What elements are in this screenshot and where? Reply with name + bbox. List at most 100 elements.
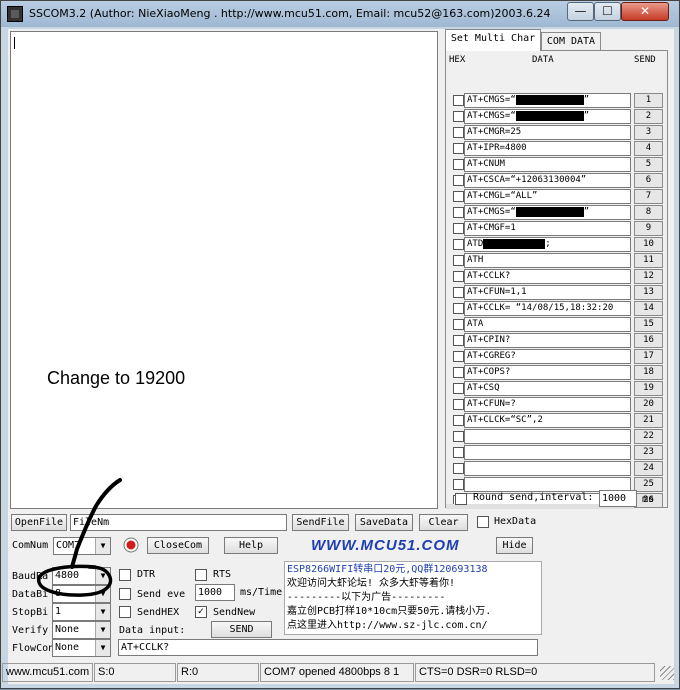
- command-input[interactable]: ATD;: [464, 237, 631, 252]
- send-command-button[interactable]: 9: [634, 221, 663, 236]
- close-com-button[interactable]: CloseCom: [147, 537, 209, 554]
- command-input[interactable]: AT+CCLK?: [464, 269, 631, 284]
- command-input[interactable]: AT+CMGR=25: [464, 125, 631, 140]
- tab-set-multi-char[interactable]: Set Multi Char: [445, 29, 541, 51]
- hex-checkbox[interactable]: [453, 159, 464, 170]
- save-data-button[interactable]: SaveData: [355, 514, 413, 531]
- command-input[interactable]: AT+CMGS=“ ”: [464, 109, 631, 124]
- ad-panel[interactable]: ESP8266WIFI转串口20元,QQ群120693138 欢迎访问大虾论坛!…: [284, 561, 542, 635]
- title-bar[interactable]: SSCOM3.2 (Author: NieXiaoMeng . http://w…: [1, 1, 679, 27]
- command-input[interactable]: AT+IPR=4800: [464, 141, 631, 156]
- send-command-button[interactable]: 8: [634, 205, 663, 220]
- flowcon-select[interactable]: None ▼: [52, 639, 111, 657]
- resize-grip-icon[interactable]: [660, 666, 674, 680]
- chevron-down-icon[interactable]: ▼: [95, 586, 110, 602]
- stopbits-select[interactable]: 1 ▼: [52, 603, 111, 621]
- hex-checkbox[interactable]: [453, 447, 464, 458]
- send-command-button[interactable]: 20: [634, 397, 663, 412]
- command-input[interactable]: ATH: [464, 253, 631, 268]
- send-file-button[interactable]: SendFile: [292, 514, 349, 531]
- command-input[interactable]: AT+CFUN=?: [464, 397, 631, 412]
- hex-checkbox[interactable]: [453, 319, 464, 330]
- file-name-input[interactable]: FileNm: [70, 514, 287, 531]
- hex-checkbox[interactable]: [453, 351, 464, 362]
- data-input-field[interactable]: AT+CCLK?: [118, 639, 538, 656]
- hex-checkbox[interactable]: [453, 335, 464, 346]
- hex-checkbox[interactable]: [453, 271, 464, 282]
- send-hex-checkbox[interactable]: [119, 606, 131, 618]
- send-command-button[interactable]: 24: [634, 461, 663, 476]
- minimize-button[interactable]: —: [567, 2, 594, 21]
- hex-checkbox[interactable]: [453, 223, 464, 234]
- send-new-checkbox[interactable]: ✓: [195, 606, 207, 618]
- maximize-button[interactable]: ☐: [594, 2, 621, 21]
- command-input[interactable]: AT+CCLK= “14/08/15,18:32:20: [464, 301, 631, 316]
- send-command-button[interactable]: 2: [634, 109, 663, 124]
- databits-select[interactable]: 8 ▼: [52, 585, 111, 603]
- hex-checkbox[interactable]: [453, 111, 464, 122]
- hex-checkbox[interactable]: [453, 399, 464, 410]
- command-input[interactable]: AT+COPS?: [464, 365, 631, 380]
- chevron-down-icon[interactable]: ▼: [95, 538, 110, 554]
- hex-checkbox[interactable]: [453, 95, 464, 106]
- send-command-button[interactable]: 1: [634, 93, 663, 108]
- hex-checkbox[interactable]: [453, 287, 464, 298]
- command-input[interactable]: [464, 429, 631, 444]
- hex-checkbox[interactable]: [453, 303, 464, 314]
- command-input[interactable]: AT+CMGF=1: [464, 221, 631, 236]
- send-command-button[interactable]: 4: [634, 141, 663, 156]
- send-command-button[interactable]: 10: [634, 237, 663, 252]
- send-command-button[interactable]: 19: [634, 381, 663, 396]
- interval-input[interactable]: 1000: [195, 584, 235, 601]
- round-send-checkbox[interactable]: [455, 493, 467, 505]
- send-command-button[interactable]: 15: [634, 317, 663, 332]
- hide-button[interactable]: Hide: [496, 537, 533, 554]
- hex-data-checkbox[interactable]: [477, 516, 489, 528]
- command-input[interactable]: AT+CMGS=“ ”: [464, 205, 631, 220]
- ad-line[interactable]: ESP8266WIFI转串口20元,QQ群120693138: [287, 563, 539, 577]
- send-command-button[interactable]: 5: [634, 157, 663, 172]
- command-input[interactable]: AT+CMGS=“ ”: [464, 93, 631, 108]
- command-input[interactable]: ATA: [464, 317, 631, 332]
- send-command-button[interactable]: 16: [634, 333, 663, 348]
- send-command-button[interactable]: 12: [634, 269, 663, 284]
- clear-button[interactable]: Clear: [419, 514, 468, 531]
- send-command-button[interactable]: 6: [634, 173, 663, 188]
- hex-checkbox[interactable]: [453, 175, 464, 186]
- command-input[interactable]: AT+CFUN=1,1: [464, 285, 631, 300]
- baudrate-select[interactable]: 4800 ▼: [52, 567, 111, 585]
- hex-checkbox[interactable]: [453, 367, 464, 378]
- hex-checkbox[interactable]: [453, 143, 464, 154]
- ad-line[interactable]: 点这里进入http://www.sz-jlc.com.cn/: [287, 619, 539, 633]
- comnum-select[interactable]: COM7 ▼: [53, 537, 111, 555]
- send-command-button[interactable]: 23: [634, 445, 663, 460]
- hex-checkbox[interactable]: [453, 383, 464, 394]
- chevron-down-icon[interactable]: ▼: [95, 622, 110, 638]
- send-command-button[interactable]: 7: [634, 189, 663, 204]
- chevron-down-icon[interactable]: ▼: [95, 640, 110, 656]
- close-button[interactable]: ✕: [621, 2, 669, 21]
- send-every-checkbox[interactable]: [119, 588, 131, 600]
- receive-text-area[interactable]: Change to 19200: [10, 31, 438, 509]
- command-input[interactable]: AT+CSCA=“+12063130004”: [464, 173, 631, 188]
- command-input[interactable]: [464, 461, 631, 476]
- command-input[interactable]: AT+CPIN?: [464, 333, 631, 348]
- send-command-button[interactable]: 13: [634, 285, 663, 300]
- hex-checkbox[interactable]: [453, 191, 464, 202]
- send-command-button[interactable]: 21: [634, 413, 663, 428]
- verify-select[interactable]: None ▼: [52, 621, 111, 639]
- send-command-button[interactable]: 18: [634, 365, 663, 380]
- hex-checkbox[interactable]: [453, 479, 464, 490]
- send-button[interactable]: SEND: [211, 621, 272, 638]
- send-command-button[interactable]: 3: [634, 125, 663, 140]
- hex-checkbox[interactable]: [453, 255, 464, 266]
- chevron-down-icon[interactable]: ▼: [95, 568, 110, 584]
- rts-checkbox[interactable]: [195, 569, 207, 581]
- send-command-button[interactable]: 14: [634, 301, 663, 316]
- open-file-button[interactable]: OpenFile: [11, 514, 67, 531]
- command-input[interactable]: AT+CLCK=“SC”,2: [464, 413, 631, 428]
- round-interval-input[interactable]: 1000: [599, 490, 637, 507]
- help-button[interactable]: Help: [224, 537, 278, 554]
- chevron-down-icon[interactable]: ▼: [95, 604, 110, 620]
- send-command-button[interactable]: 22: [634, 429, 663, 444]
